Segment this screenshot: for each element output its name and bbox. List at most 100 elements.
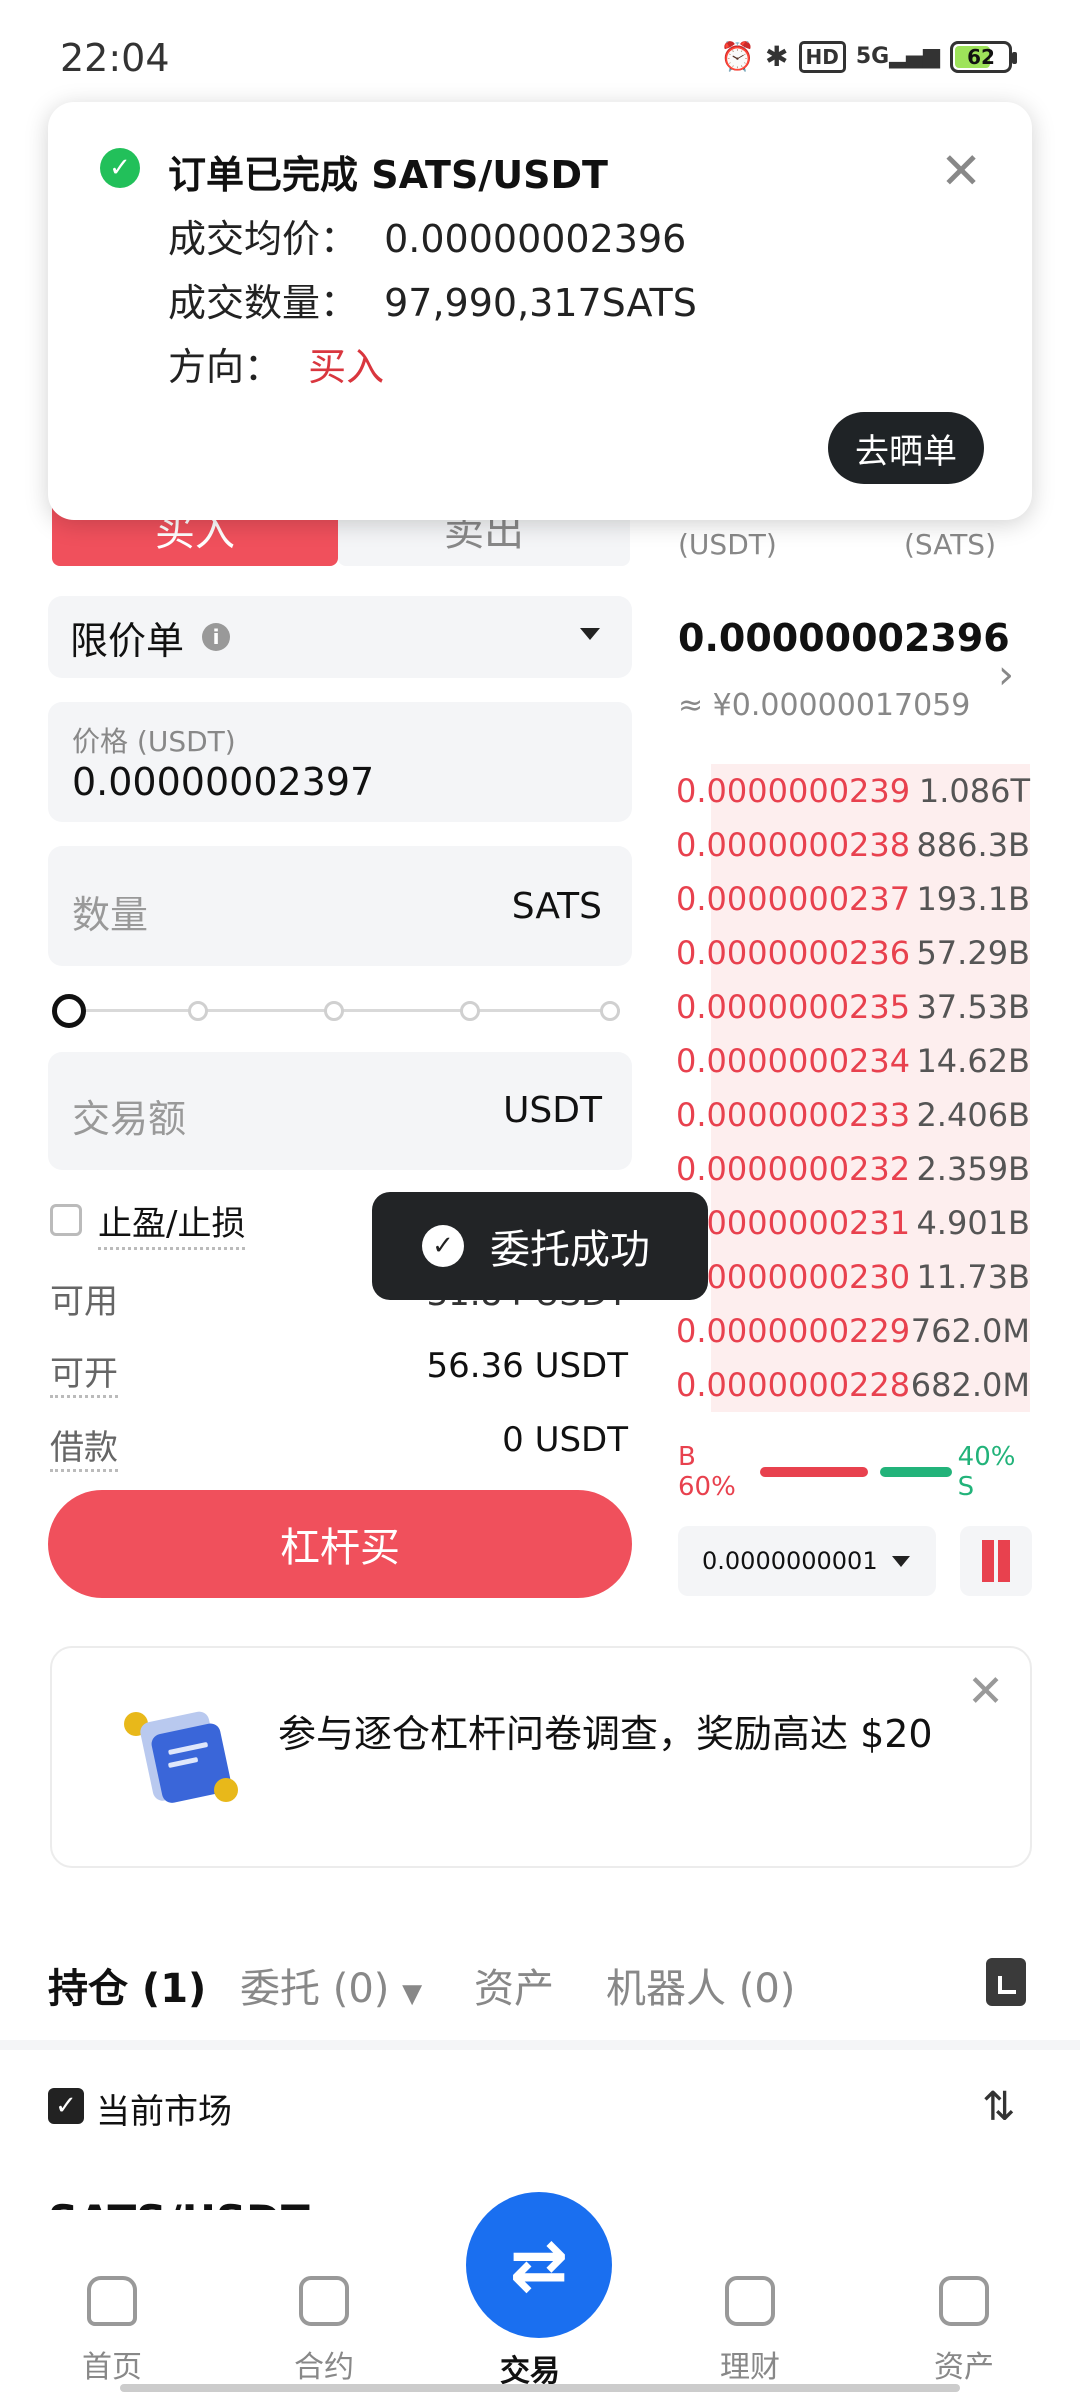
ask-row[interactable]: 0.0000000234 14.62B xyxy=(676,1034,1030,1088)
amount-input[interactable]: 交易额 USDT xyxy=(48,1052,632,1170)
orderbook-layout-button[interactable] xyxy=(960,1526,1032,1596)
nav-earn-label: 理财 xyxy=(720,2350,780,2385)
bluetooth-icon: ✱ xyxy=(765,40,789,73)
slider-handle[interactable] xyxy=(52,994,86,1028)
ask-qty: 682.0M xyxy=(910,1366,1030,1404)
info-icon[interactable]: i xyxy=(202,623,231,651)
ask-qty: 1.086T xyxy=(918,772,1030,810)
share-order-button[interactable]: 去晒单 xyxy=(828,412,984,484)
leverage-buy-button[interactable]: 杠杆买 xyxy=(48,1490,632,1598)
avg-price-value: 0.00000002396 xyxy=(384,217,687,261)
nav-futures[interactable]: 合约 xyxy=(264,2276,384,2386)
chart-icon xyxy=(299,2276,349,2326)
borrow-label[interactable]: 借款 xyxy=(50,1420,118,1472)
ask-price: 0.0000000229 xyxy=(676,1312,911,1350)
close-icon[interactable]: ✕ xyxy=(967,1666,1004,1717)
nav-trade-button[interactable]: ⇄ xyxy=(466,2192,612,2338)
toast-text: 委托成功 xyxy=(490,1227,650,1273)
ask-row[interactable]: 0.0000000233 2.406B xyxy=(676,1088,1030,1142)
ask-row[interactable]: 0.0000000236 57.29B xyxy=(676,926,1030,980)
nav-earn[interactable]: 理财 xyxy=(690,2276,810,2386)
chevron-right-icon[interactable]: › xyxy=(998,652,1014,698)
side-label: 方向： xyxy=(168,345,283,389)
signal-icon: 5G▂▄▆ xyxy=(855,44,940,69)
ask-qty: 2.359B xyxy=(916,1150,1030,1188)
qty-value: 97,990,317SATS xyxy=(384,281,697,325)
ask-row[interactable]: 0.0000000231 4.901B xyxy=(676,1196,1030,1250)
home-icon xyxy=(87,2276,137,2326)
status-time: 22:04 xyxy=(60,36,170,80)
ask-list: 0.0000000239 1.086T 0.0000000238 886.3B 0.00… xyxy=(676,764,1030,1412)
side-line: 方向： 买入 xyxy=(168,336,384,391)
orderbook-qty-header: (SATS) xyxy=(904,528,996,561)
price-label: 价格 (USDT) xyxy=(72,725,236,758)
current-market-checkbox[interactable]: ✓ xyxy=(48,2088,84,2124)
caret-down-icon: ▼ xyxy=(402,1979,423,2009)
openable-label[interactable]: 可开 xyxy=(50,1346,118,1398)
amount-placeholder: 交易额 xyxy=(72,1097,187,1141)
ask-qty: 193.1B xyxy=(916,880,1030,918)
ask-row[interactable]: 0.0000000239 1.086T xyxy=(676,764,1030,818)
quantity-input[interactable]: 数量 SATS xyxy=(48,846,632,966)
slider-tick[interactable] xyxy=(460,1001,480,1021)
alarm-icon: ⏰ xyxy=(720,40,756,73)
slider-tick[interactable] xyxy=(600,1001,620,1021)
notification-title: 订单已完成 SATS/USDT xyxy=(168,153,608,197)
ratio-buy-bar xyxy=(759,1467,868,1477)
qty-label: 成交数量： xyxy=(168,281,359,325)
price-input[interactable]: 价格 (USDT) 0.00000002397 xyxy=(48,702,632,822)
ask-price: 0.0000000231 xyxy=(676,1204,911,1242)
order-complete-notification[interactable]: ✓ 订单已完成 SATS/USDT 成交均价： 0.00000002396 成交… xyxy=(48,102,1032,520)
tpsl-label[interactable]: 止盈/止损 xyxy=(98,1196,246,1250)
ask-row[interactable]: 0.0000000237 193.1B xyxy=(676,872,1030,926)
amount-unit: USDT xyxy=(503,1090,602,1131)
openable-value: 56.36 USDT xyxy=(426,1346,628,1386)
precision-select[interactable]: 0.0000000001 xyxy=(678,1526,936,1596)
ask-qty: 762.0M xyxy=(910,1312,1030,1350)
ask-qty: 37.53B xyxy=(916,988,1030,1026)
tab-bots[interactable]: 机器人 (0) xyxy=(606,1956,795,2014)
divider xyxy=(0,2040,1080,2050)
current-market-label[interactable]: 当前市场 xyxy=(96,2084,232,2133)
buy-sell-ratio: B 60% 40% S xyxy=(678,1442,1032,1502)
precision-value: 0.0000000001 xyxy=(702,1547,878,1575)
tab-assets[interactable]: 资产 xyxy=(474,1956,554,2014)
ratio-sell-label: 40% S xyxy=(957,1442,1016,1502)
earn-icon xyxy=(725,2276,775,2326)
history-document-icon[interactable] xyxy=(986,1958,1026,2006)
ask-price: 0.0000000232 xyxy=(676,1150,911,1188)
ask-price: 0.0000000235 xyxy=(676,988,911,1026)
nav-assets[interactable]: 资产 xyxy=(904,2276,1024,2386)
home-indicator xyxy=(120,2384,960,2392)
nav-home[interactable]: 首页 xyxy=(52,2276,172,2386)
ask-row[interactable]: 0.0000000228 682.0M xyxy=(676,1358,1030,1412)
ask-row[interactable]: 0.0000000232 2.359B xyxy=(676,1142,1030,1196)
sort-icon[interactable]: ⇅ xyxy=(982,2084,1016,2130)
slider-tick[interactable] xyxy=(188,1001,208,1021)
ask-row[interactable]: 0.0000000229 762.0M xyxy=(676,1304,1030,1358)
avg-price-label: 成交均价： xyxy=(168,217,359,261)
ask-row[interactable]: 0.0000000238 886.3B xyxy=(676,818,1030,872)
avg-price-line: 成交均价： 0.00000002396 xyxy=(168,208,686,263)
tab-orders[interactable]: 委托 (0) ▼ xyxy=(240,1956,422,2014)
ask-qty: 11.73B xyxy=(916,1258,1030,1296)
slider-tick[interactable] xyxy=(324,1001,344,1021)
survey-banner[interactable]: 参与逐仓杠杆问卷调查，奖励高达 $20 ✕ xyxy=(50,1646,1032,1868)
last-price[interactable]: 0.00000002396 xyxy=(678,616,1010,660)
quantity-slider[interactable] xyxy=(52,990,632,1030)
borrow-value: 0 USDT xyxy=(502,1420,628,1460)
order-type-select[interactable]: 限价单 i xyxy=(48,596,632,678)
close-icon[interactable]: ✕ xyxy=(940,146,982,196)
ask-row[interactable]: 0.0000000230 11.73B xyxy=(676,1250,1030,1304)
tpsl-checkbox[interactable] xyxy=(50,1204,82,1236)
ask-price: 0.0000000233 xyxy=(676,1096,911,1134)
available-label: 可用 xyxy=(50,1282,118,1322)
chevron-down-icon xyxy=(891,1555,910,1567)
hd-badge: HD xyxy=(798,40,846,73)
ask-price: 0.0000000230 xyxy=(676,1258,911,1296)
tab-positions[interactable]: 持仓 (1) xyxy=(48,1956,206,2014)
chevron-down-icon xyxy=(580,628,600,640)
price-value[interactable]: 0.00000002397 xyxy=(72,760,374,804)
ask-row[interactable]: 0.0000000235 37.53B xyxy=(676,980,1030,1034)
wallet-icon xyxy=(939,2276,989,2326)
